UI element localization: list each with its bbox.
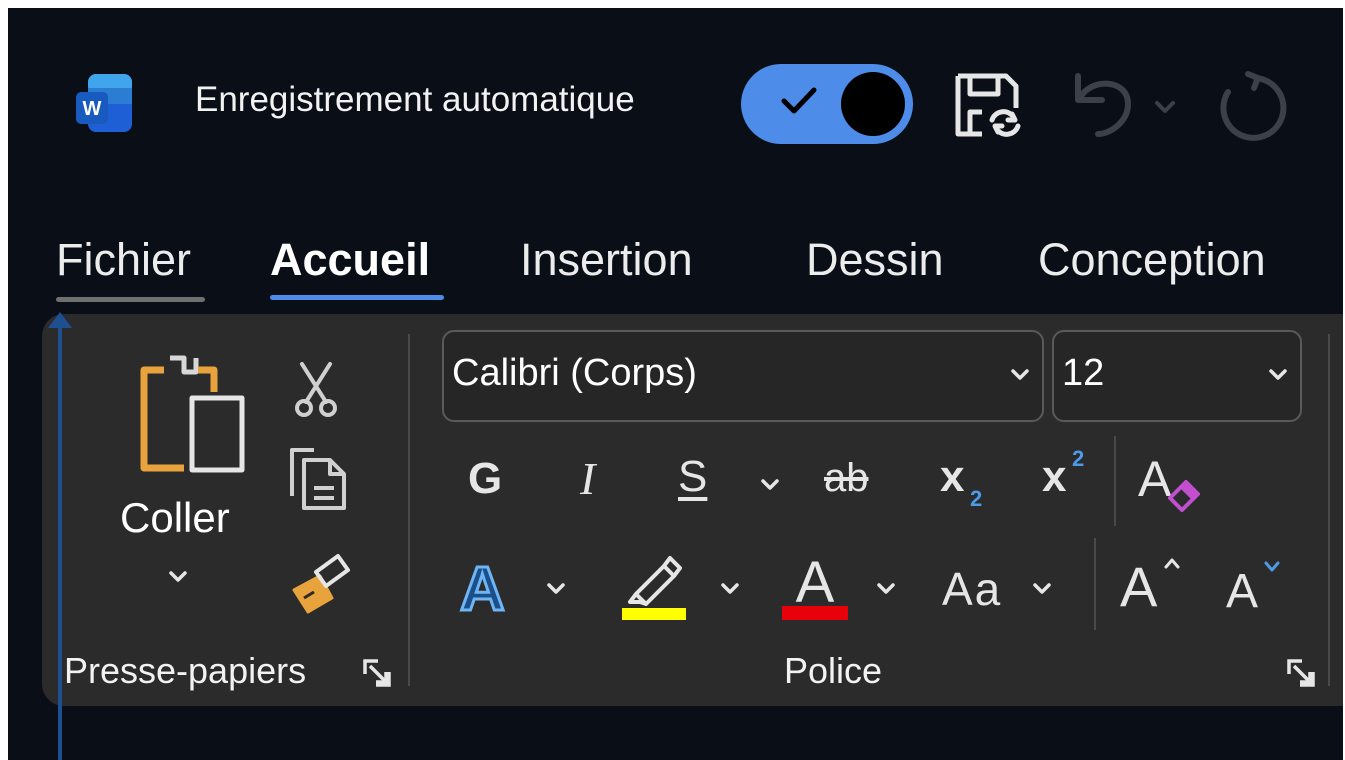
clipboard-group-label: Presse-papiers xyxy=(64,650,307,691)
annotation-line xyxy=(58,320,62,760)
font-row2-separator xyxy=(1094,538,1096,630)
highlighter-icon[interactable] xyxy=(620,550,690,625)
toggle-knob xyxy=(841,72,905,136)
clipboard-paste-icon xyxy=(134,348,246,483)
font-row1-separator xyxy=(1114,436,1116,526)
shrink-font-glyph: A xyxy=(1226,565,1259,618)
checkmark-icon xyxy=(781,86,817,121)
tab-fichier-underline xyxy=(56,297,205,302)
subscript-base: x xyxy=(940,452,965,501)
font-name-value: Calibri (Corps) xyxy=(452,352,697,394)
italic-button[interactable]: I xyxy=(580,452,595,505)
text-effects-chevron-icon[interactable] xyxy=(546,582,566,601)
tab-accueil[interactable]: Accueil xyxy=(270,234,430,286)
undo-dropdown-chevron-icon[interactable] xyxy=(1154,100,1176,119)
undo-icon[interactable] xyxy=(1070,70,1136,145)
highlighter-chevron-icon[interactable] xyxy=(720,582,740,601)
change-case-chevron-icon[interactable] xyxy=(1032,582,1052,601)
clipboard-dialog-launcher-icon[interactable] xyxy=(362,658,392,693)
tab-fichier[interactable]: Fichier xyxy=(56,234,191,286)
svg-text:W: W xyxy=(83,98,102,120)
font-size-value: 12 xyxy=(1062,352,1105,394)
caret-up-icon xyxy=(1164,556,1180,574)
paste-button[interactable]: Coller xyxy=(108,344,258,594)
group-separator xyxy=(408,334,410,686)
superscript-index: 2 xyxy=(1072,446,1085,471)
redo-icon[interactable] xyxy=(1214,68,1287,149)
cut-scissors-icon[interactable] xyxy=(292,362,340,423)
subscript-button[interactable]: x 2 xyxy=(940,452,990,512)
subscript-index: 2 xyxy=(970,486,983,511)
font-size-combobox[interactable]: 12 xyxy=(1052,330,1302,422)
paste-label: Coller xyxy=(120,494,230,541)
shrink-font-button[interactable]: A xyxy=(1226,554,1290,620)
paste-dropdown-chevron-icon[interactable] xyxy=(168,570,188,589)
autosave-label: Enregistrement automatique xyxy=(195,80,635,119)
text-effects-icon[interactable]: A xyxy=(456,552,526,626)
font-color-chevron-icon[interactable] xyxy=(876,582,896,601)
save-sync-icon[interactable] xyxy=(952,70,1024,147)
group-separator-right xyxy=(1328,334,1330,686)
font-group-label: Police xyxy=(784,650,883,691)
underline-button[interactable]: S xyxy=(678,452,707,502)
tab-conception[interactable]: Conception xyxy=(1038,234,1266,286)
font-dialog-launcher-icon[interactable] xyxy=(1286,658,1316,693)
superscript-button[interactable]: x 2 xyxy=(1042,446,1092,512)
bold-button[interactable]: G xyxy=(468,454,502,504)
grow-font-button[interactable]: A xyxy=(1120,550,1184,620)
change-case-button[interactable]: Aa xyxy=(942,562,1002,616)
copy-icon[interactable] xyxy=(286,446,348,517)
superscript-base: x xyxy=(1042,452,1067,501)
svg-text:A: A xyxy=(1138,451,1172,507)
format-painter-icon[interactable] xyxy=(286,548,354,621)
font-size-chevron-icon[interactable] xyxy=(1268,368,1288,387)
autosave-toggle[interactable] xyxy=(741,64,913,144)
tab-insertion[interactable]: Insertion xyxy=(520,234,693,286)
clear-formatting-icon[interactable]: A xyxy=(1136,450,1208,519)
font-name-chevron-icon[interactable] xyxy=(1010,368,1030,387)
strikethrough-button[interactable]: ab xyxy=(824,456,869,501)
font-name-combobox[interactable]: Calibri (Corps) xyxy=(442,330,1044,422)
font-color-icon[interactable]: A xyxy=(782,548,848,625)
caret-down-icon xyxy=(1264,560,1280,578)
grow-font-glyph: A xyxy=(1120,555,1158,618)
word-window: W Enregistrement automatique Fichier Acc… xyxy=(8,8,1343,760)
tab-dessin[interactable]: Dessin xyxy=(806,234,944,286)
svg-text:A: A xyxy=(460,555,505,624)
tab-accueil-underline xyxy=(270,295,444,300)
svg-text:A: A xyxy=(796,550,835,615)
underline-dropdown-chevron-icon[interactable] xyxy=(760,478,780,497)
arrow-up-icon xyxy=(48,312,72,333)
word-icon[interactable]: W xyxy=(74,72,134,134)
